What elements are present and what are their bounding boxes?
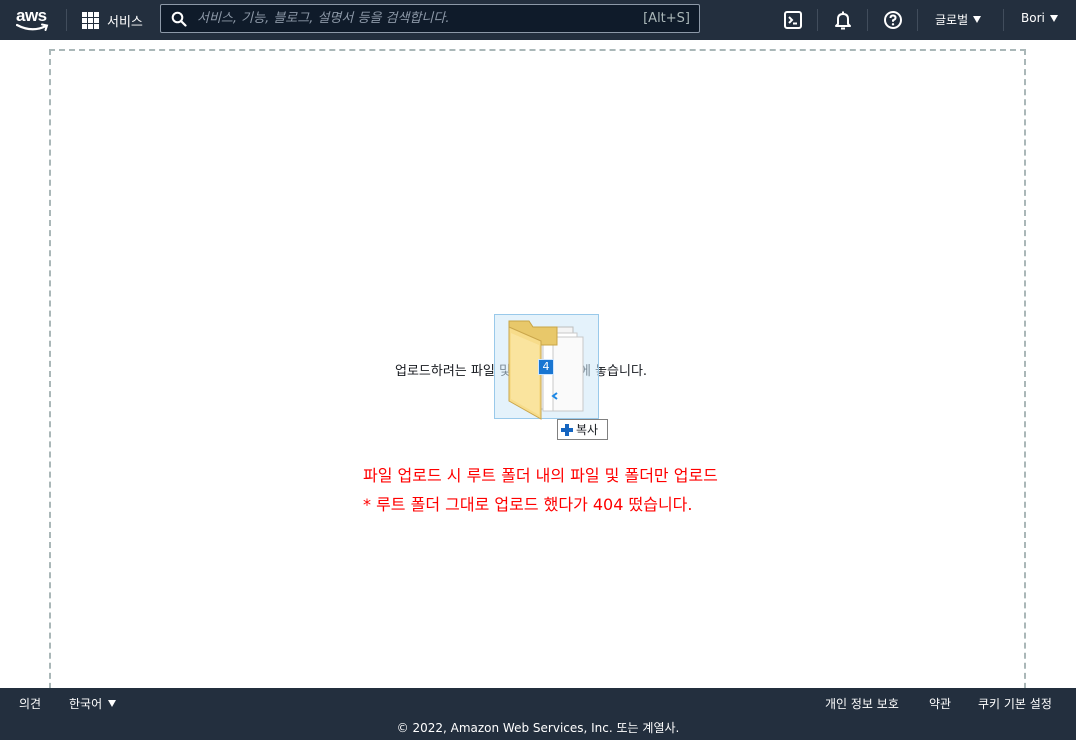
notifications-button[interactable]	[831, 8, 855, 32]
top-navigation: aws 서비스 [Alt+S]	[0, 0, 1076, 40]
cookie-preferences-link[interactable]: 쿠키 기본 설정	[978, 695, 1052, 712]
nav-divider	[817, 9, 818, 31]
copy-drag-tooltip: 복사	[557, 419, 608, 440]
search-input[interactable]	[197, 9, 597, 28]
services-menu-button[interactable]: 서비스	[82, 9, 143, 31]
footer: 의견 한국어 개인 정보 보호 약관 쿠키 기본 설정 © 2022, Amaz…	[0, 688, 1076, 740]
cloudshell-icon	[784, 11, 802, 29]
services-label: 서비스	[107, 14, 143, 30]
drag-ghost: 4	[494, 314, 599, 420]
nav-divider	[867, 9, 868, 31]
drag-count-badge: 4	[538, 359, 554, 375]
account-label: Bori	[1021, 11, 1045, 25]
annotation-note: 파일 업로드 시 루트 폴더 내의 파일 및 폴더만 업로드	[363, 466, 718, 485]
aws-logo[interactable]: aws	[14, 6, 50, 34]
aws-smile-icon	[16, 23, 49, 31]
annotation-note: * 루트 폴더 그대로 업로드 했다가 404 떴습니다.	[363, 495, 693, 514]
help-icon	[884, 11, 902, 29]
region-label: 글로벌	[935, 13, 969, 27]
feedback-link[interactable]: 의견	[19, 695, 41, 712]
caret-down-icon	[108, 700, 117, 707]
search-bar[interactable]: [Alt+S]	[160, 4, 700, 33]
plus-icon	[561, 423, 573, 436]
copy-label: 복사	[576, 423, 599, 437]
grid-icon	[82, 11, 99, 29]
terms-link[interactable]: 약관	[929, 695, 951, 712]
caret-down-icon	[973, 16, 982, 23]
search-shortcut: [Alt+S]	[643, 11, 690, 26]
nav-divider	[1003, 9, 1004, 31]
nav-divider	[66, 9, 67, 31]
cloudshell-button[interactable]	[781, 8, 805, 32]
language-selector[interactable]: 한국어	[69, 695, 117, 712]
caret-down-icon	[1049, 14, 1058, 22]
search-icon	[171, 11, 187, 27]
language-label: 한국어	[69, 697, 103, 711]
nav-divider	[917, 9, 918, 31]
bell-icon	[835, 11, 851, 30]
region-menu[interactable]: 글로벌	[935, 11, 982, 28]
privacy-link[interactable]: 개인 정보 보호	[825, 695, 899, 712]
account-menu[interactable]: Bori	[1021, 11, 1058, 25]
help-button[interactable]	[881, 8, 905, 32]
copyright-text: © 2022, Amazon Web Services, Inc. 또는 계열사…	[396, 721, 680, 735]
